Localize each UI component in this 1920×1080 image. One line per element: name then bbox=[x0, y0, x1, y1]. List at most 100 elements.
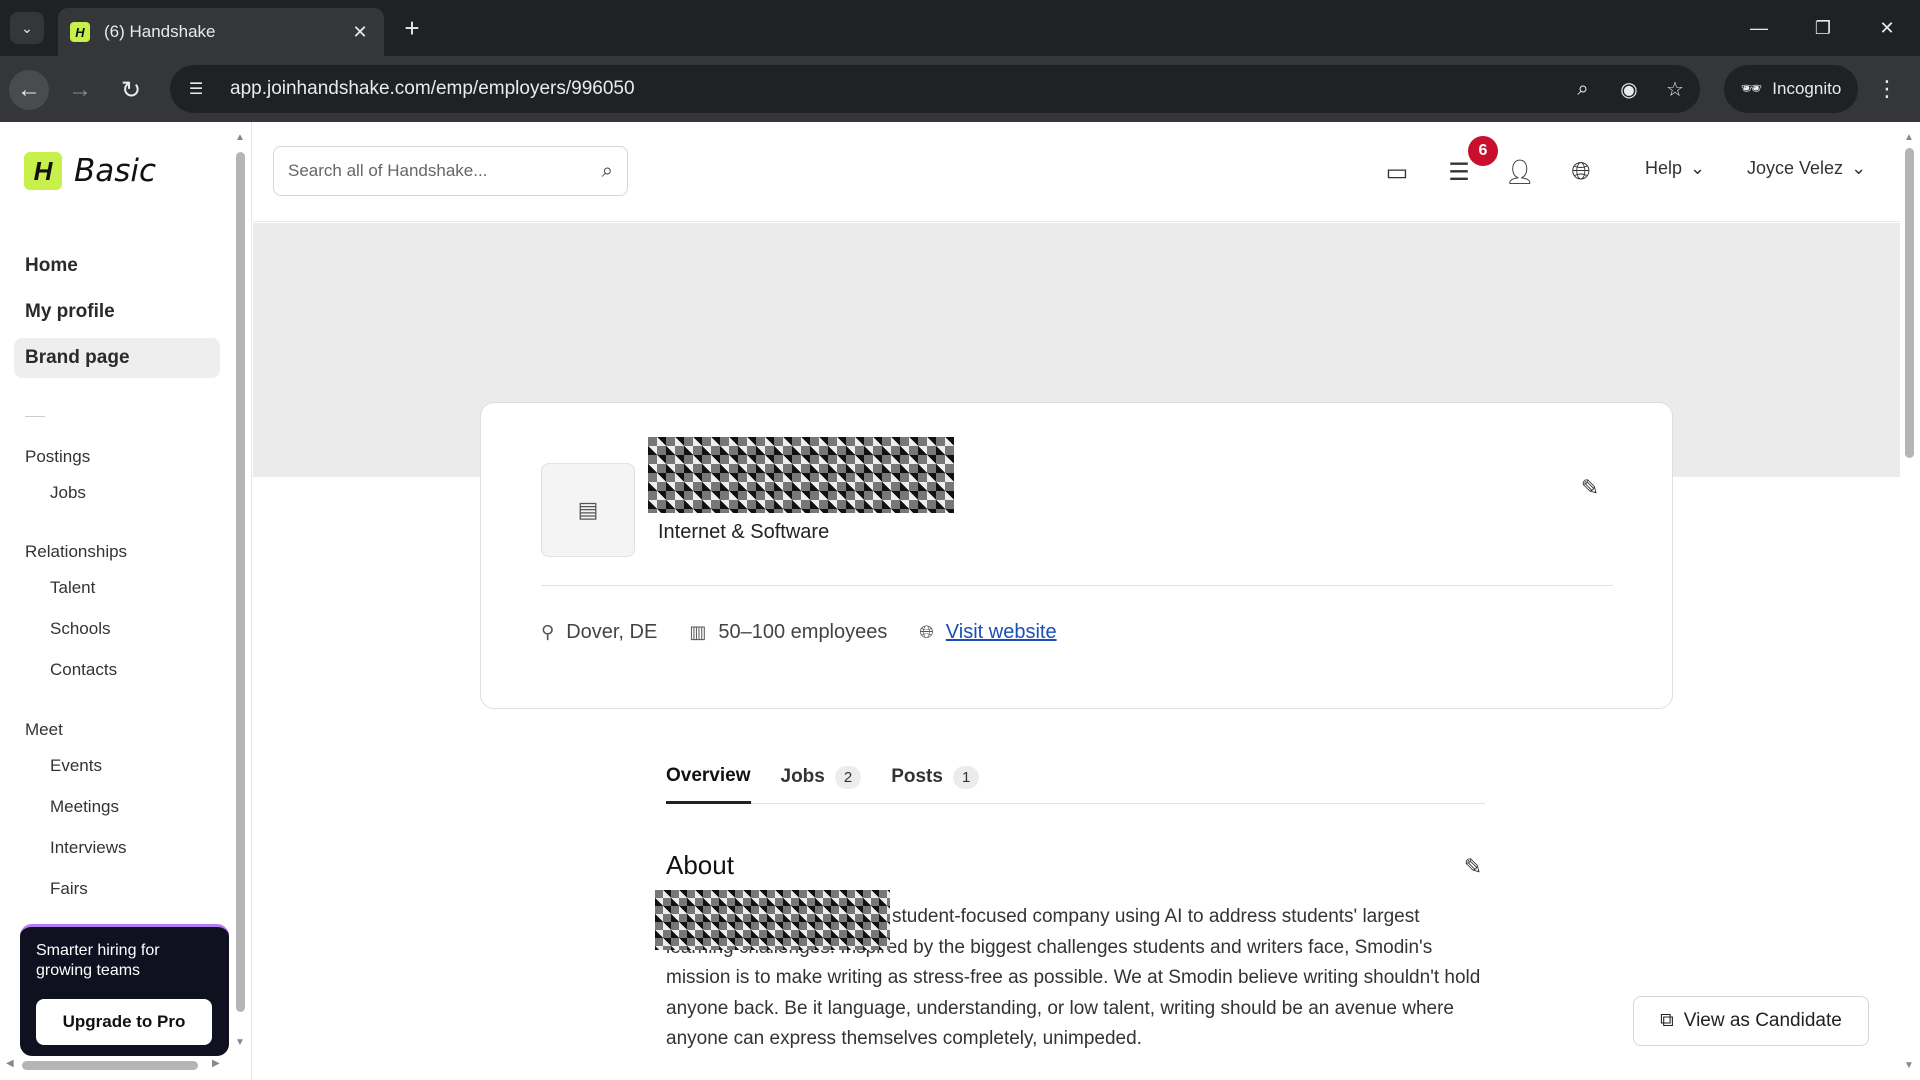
card-divider bbox=[541, 585, 1613, 586]
person-icon[interactable]: 👤︎ bbox=[1500, 152, 1540, 192]
forward-arrow-icon[interactable]: → bbox=[60, 70, 100, 110]
employer-card: ▤ Internet & Software ✎ ⚲ Dover, DE ▥ 50… bbox=[480, 402, 1673, 709]
view-as-candidate-button[interactable]: ⧉ View as Candidate bbox=[1633, 996, 1869, 1046]
incognito-indicator[interactable]: 🕶 Incognito bbox=[1724, 65, 1858, 113]
tab-overview[interactable]: Overview bbox=[666, 750, 751, 804]
bookmark-star-icon[interactable]: ☆ bbox=[1654, 68, 1696, 110]
minimize-icon[interactable]: — bbox=[1736, 10, 1782, 46]
restore-icon[interactable]: ❐ bbox=[1800, 10, 1846, 46]
scroll-left-arrow-icon[interactable]: ◀ bbox=[6, 1058, 14, 1069]
view-as-candidate-label: View as Candidate bbox=[1683, 1010, 1842, 1031]
scroll-up-arrow-icon[interactable]: ▲ bbox=[234, 132, 246, 144]
sidebar-divider bbox=[25, 416, 45, 417]
zoom-icon[interactable]: ⌕ bbox=[1562, 68, 1604, 110]
chevron-down-icon: ⌄ bbox=[1690, 158, 1706, 178]
promo-text: Smarter hiring for growing teams bbox=[36, 942, 160, 979]
incognito-icon: 🕶 bbox=[1740, 79, 1763, 98]
website-meta: 🌐︎ Visit website bbox=[919, 621, 1056, 644]
search-box[interactable]: ⌕ bbox=[273, 146, 628, 196]
sidebar-item-events[interactable]: Events bbox=[25, 745, 225, 786]
tab-label: Posts bbox=[891, 766, 943, 787]
scrollbar-thumb[interactable] bbox=[236, 152, 245, 1012]
browser-tab[interactable]: H (6) Handshake ✕ bbox=[58, 8, 384, 56]
size-meta: ▥ 50–100 employees bbox=[689, 621, 887, 644]
location-text: Dover, DE bbox=[566, 621, 658, 643]
help-menu[interactable]: Help ⌄ bbox=[1645, 158, 1705, 179]
upgrade-promo: Smarter hiring for growing teams Upgrade… bbox=[20, 924, 229, 1056]
sidebar-item-meetings[interactable]: Meetings bbox=[25, 786, 225, 827]
search-icon[interactable]: ⌕ bbox=[602, 160, 613, 183]
external-link-icon: ⧉ bbox=[1660, 1010, 1674, 1031]
sidebar-item-brand-page[interactable]: Brand page bbox=[14, 338, 220, 378]
address-bar[interactable]: ☰ app.joinhandshake.com/emp/employers/99… bbox=[170, 65, 1700, 113]
sidebar-horizontal-scrollbar[interactable]: ◀ ▶ bbox=[6, 1058, 224, 1072]
tab-jobs[interactable]: Jobs 2 bbox=[781, 750, 862, 804]
browser-tabstrip: ⌄ H (6) Handshake ✕ + — ❐ ✕ bbox=[0, 0, 1920, 56]
sidebar-group-meet: Meet Events Meetings Interviews Fairs bbox=[25, 715, 225, 909]
sidebar-item-contacts[interactable]: Contacts bbox=[25, 649, 225, 690]
map-pin-icon: ⚲ bbox=[541, 622, 555, 642]
sidebar-item-interviews[interactable]: Interviews bbox=[25, 827, 225, 868]
sidebar-group-postings: Postings Jobs bbox=[25, 442, 225, 513]
tab-label: Jobs bbox=[780, 766, 825, 787]
about-redacted bbox=[655, 890, 890, 950]
size-text: 50–100 employees bbox=[718, 621, 888, 643]
sidebar-group-title: Postings bbox=[25, 447, 91, 466]
page-viewport: H Basic Home My profile Brand page Posti… bbox=[0, 122, 1920, 1080]
edit-pencil-icon[interactable]: ✎ bbox=[1575, 473, 1605, 503]
tab-label: Overview bbox=[666, 764, 751, 786]
eye-off-icon[interactable]: ◉ bbox=[1608, 68, 1650, 110]
scroll-down-arrow-icon[interactable]: ▼ bbox=[234, 1037, 246, 1049]
sidebar-item-talent[interactable]: Talent bbox=[25, 567, 225, 608]
url-text[interactable]: app.joinhandshake.com/emp/employers/9960… bbox=[230, 78, 1562, 100]
scroll-down-arrow-icon[interactable]: ▼ bbox=[1904, 1060, 1914, 1071]
company-name-redacted bbox=[648, 437, 954, 513]
browser-menu-icon[interactable]: ⋮ bbox=[1872, 74, 1902, 104]
handshake-favicon-icon: H bbox=[70, 22, 90, 42]
new-tab-plus-icon[interactable]: + bbox=[396, 12, 428, 44]
sidebar-item-my-profile[interactable]: My profile bbox=[14, 292, 220, 332]
tab-count: 2 bbox=[834, 765, 862, 789]
globe-icon: 🌐︎ bbox=[919, 622, 934, 642]
employer-meta: ⚲ Dover, DE ▥ 50–100 employees 🌐︎ Visit … bbox=[541, 621, 1089, 644]
reload-icon[interactable]: ↻ bbox=[111, 70, 151, 110]
scrollbar-thumb[interactable] bbox=[22, 1061, 198, 1070]
about-heading: About bbox=[666, 850, 734, 880]
tab-posts[interactable]: Posts 1 bbox=[891, 750, 980, 804]
location-meta: ⚲ Dover, DE bbox=[541, 621, 657, 644]
sidebar-group-relationships: Relationships Talent Schools Contacts bbox=[25, 537, 225, 690]
company-logo-placeholder-icon: ▤ bbox=[541, 463, 635, 557]
sidebar-group-title: Meet bbox=[25, 720, 63, 739]
browser-toolbar: ← → ↻ ☰ app.joinhandshake.com/emp/employ… bbox=[0, 56, 1920, 122]
calendar-icon[interactable]: ▭ bbox=[1377, 152, 1417, 192]
sidebar-item-jobs[interactable]: Jobs bbox=[25, 472, 225, 513]
edit-pencil-icon[interactable]: ✎ bbox=[1458, 852, 1488, 882]
sidebar-item-schools[interactable]: Schools bbox=[25, 608, 225, 649]
tab-title: (6) Handshake bbox=[104, 22, 216, 41]
tab-search-chevron-icon[interactable]: ⌄ bbox=[10, 12, 44, 44]
scrollbar-thumb[interactable] bbox=[1905, 148, 1914, 458]
site-info-icon[interactable]: ☰ bbox=[174, 67, 218, 111]
back-arrow-icon[interactable]: ← bbox=[9, 70, 49, 110]
window-close-icon[interactable]: ✕ bbox=[1864, 10, 1910, 46]
sidebar-item-fairs[interactable]: Fairs bbox=[25, 868, 225, 909]
search-input[interactable] bbox=[288, 161, 602, 181]
user-name: Joyce Velez bbox=[1747, 158, 1844, 178]
top-bar: ⌕ ▭ ☰ 6 👤︎ 🌐︎ Help ⌄ Joyce Velez ⌄ bbox=[253, 122, 1900, 222]
user-menu[interactable]: Joyce Velez ⌄ bbox=[1747, 158, 1866, 179]
sidebar-item-home[interactable]: Home bbox=[14, 246, 220, 286]
sidebar: H Basic Home My profile Brand page Posti… bbox=[0, 122, 252, 1080]
tab-count: 1 bbox=[952, 765, 980, 789]
sidebar-scrollbar[interactable]: ▲ ▼ bbox=[234, 132, 246, 1052]
globe-icon[interactable]: 🌐︎ bbox=[1561, 152, 1601, 192]
visit-website-link[interactable]: Visit website bbox=[946, 621, 1057, 644]
upgrade-to-pro-button[interactable]: Upgrade to Pro bbox=[36, 999, 212, 1045]
help-label: Help bbox=[1645, 158, 1683, 178]
tab-close-icon[interactable]: ✕ bbox=[348, 22, 372, 43]
handshake-logo[interactable]: H Basic bbox=[24, 152, 156, 190]
main-scrollbar[interactable]: ▲ ▼ bbox=[1902, 132, 1916, 1072]
scroll-up-arrow-icon[interactable]: ▲ bbox=[1904, 132, 1914, 143]
incognito-label: Incognito bbox=[1772, 79, 1842, 98]
scroll-right-arrow-icon[interactable]: ▶ bbox=[212, 1058, 220, 1069]
chevron-down-icon: ⌄ bbox=[1851, 158, 1867, 178]
